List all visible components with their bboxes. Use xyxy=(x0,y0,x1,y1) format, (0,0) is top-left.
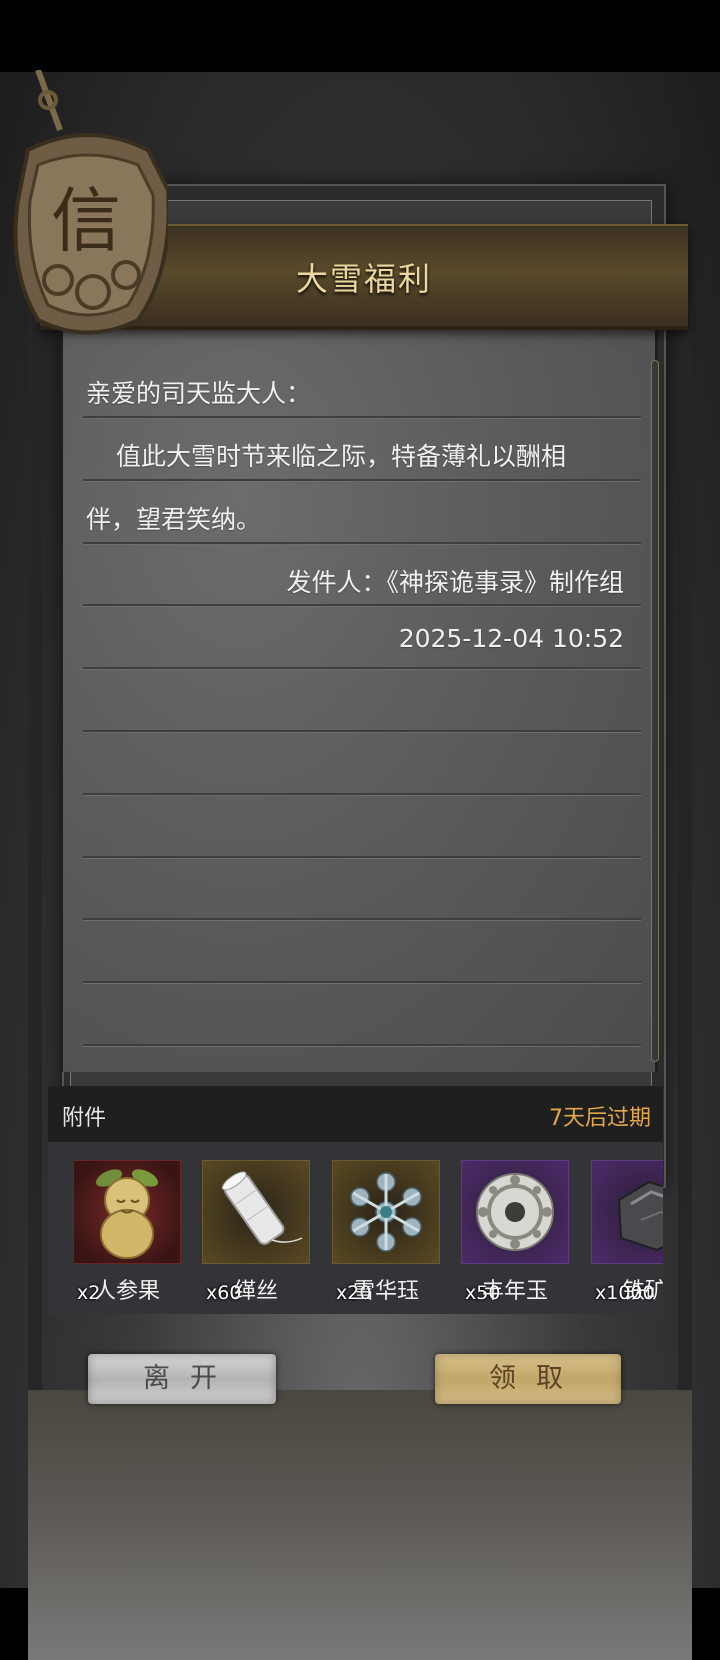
letter-body-line: 伴，望君笑纳。 xyxy=(86,505,262,534)
letter-body-line: 值此大雪时节来临之际，特备薄礼以酬相 xyxy=(116,442,567,471)
ruled-line xyxy=(83,856,641,859)
ruled-line xyxy=(83,981,641,984)
ginseng-fruit-icon xyxy=(95,1169,159,1259)
leave-button[interactable]: 离开 xyxy=(88,1354,276,1404)
item-name: 丰年玉 xyxy=(481,1279,548,1304)
claim-button[interactable]: 领取 xyxy=(435,1354,621,1404)
snowflake-jade-icon xyxy=(350,1172,422,1252)
item-name: 铁矿 xyxy=(622,1279,663,1304)
ruled-line xyxy=(83,1044,641,1047)
letter-scrollbar[interactable] xyxy=(651,360,659,1062)
attachment-expire: 7天后过期 xyxy=(549,1106,651,1131)
ruled-line xyxy=(83,604,641,607)
seal-medallion-icon: 信 xyxy=(8,68,171,335)
attachment-item[interactable]: x50 丰年玉 xyxy=(461,1160,569,1310)
ruled-line xyxy=(83,479,641,482)
bottom-panel xyxy=(28,1390,692,1660)
item-name: 雪华珏 xyxy=(352,1279,419,1304)
harvest-jade-icon xyxy=(476,1173,554,1251)
item-name: 人参果 xyxy=(93,1279,160,1304)
letter-greeting: 亲爱的司天监大人： xyxy=(86,379,312,408)
ruled-line xyxy=(83,793,641,796)
attachment-header: 附件 7天后过期 xyxy=(48,1086,663,1142)
attachment-item[interactable]: x60 缂丝 xyxy=(202,1160,310,1310)
ruled-line xyxy=(83,730,641,733)
ruled-line xyxy=(83,542,641,545)
item-name: 缂丝 xyxy=(233,1279,278,1304)
seal-char: 信 xyxy=(51,180,121,262)
letter-sender: 发件人：《神探诡事录》制作组 xyxy=(286,568,624,597)
ruled-line xyxy=(83,416,641,419)
silk-spool-icon xyxy=(221,1171,303,1245)
attachment-item[interactable]: x2 人参果 xyxy=(73,1160,181,1310)
ruled-line xyxy=(83,667,641,670)
attachment-list[interactable]: x2 人参果 x60 缂丝 x20 雪华珏 x50 丰年玉 x1000 铁矿 xyxy=(48,1142,663,1314)
attachment-label: 附件 xyxy=(62,1106,107,1131)
attachment-item[interactable]: x20 雪华珏 xyxy=(332,1160,440,1310)
iron-ore-icon xyxy=(617,1180,663,1252)
attachment-item[interactable]: x1000 铁矿 xyxy=(591,1160,663,1310)
ruled-line xyxy=(83,918,641,921)
letter-date: 2025-12-04 10:52 xyxy=(398,624,624,653)
